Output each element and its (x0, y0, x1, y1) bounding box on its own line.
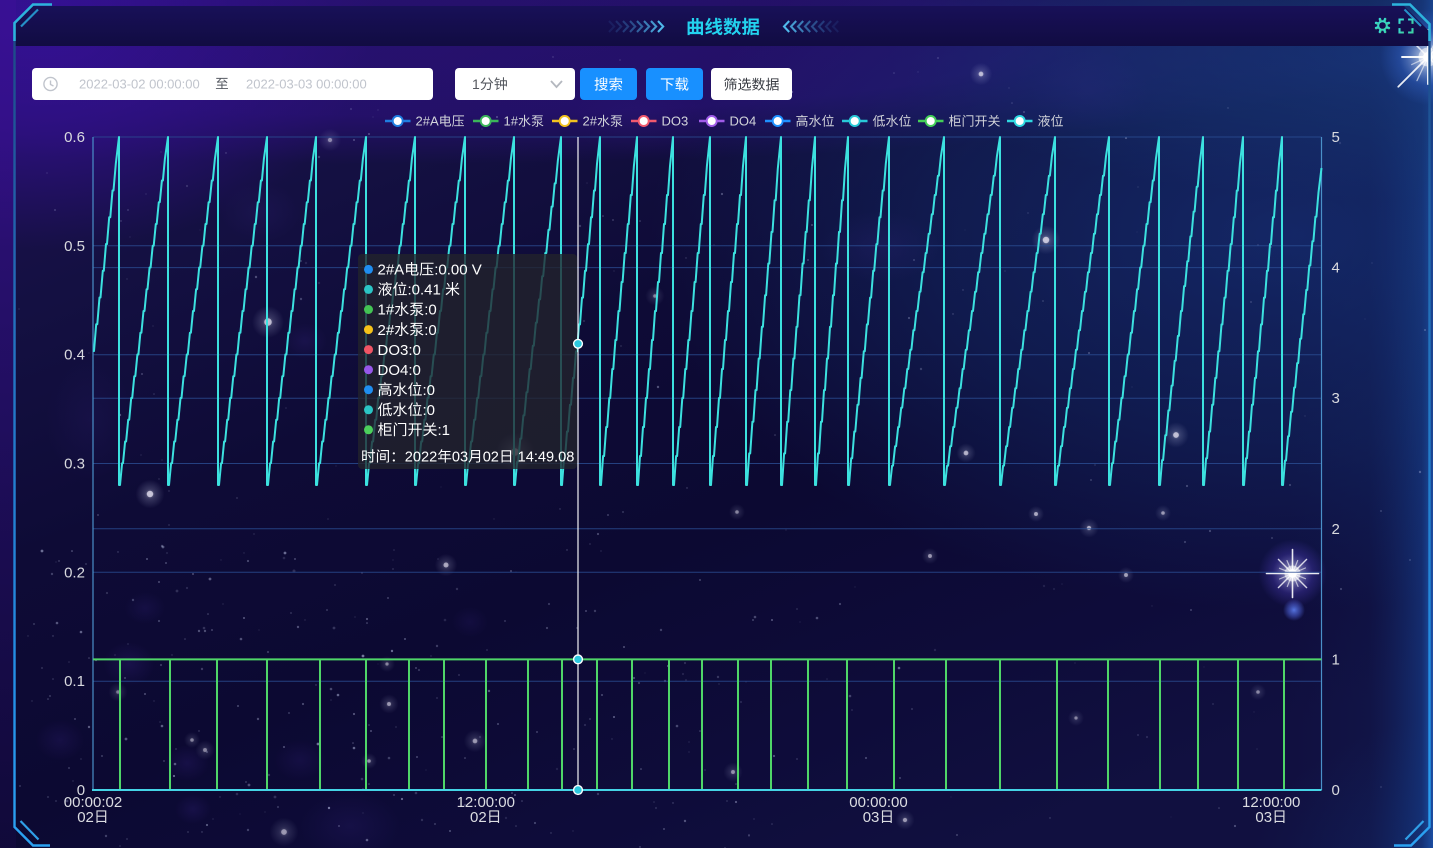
svg-text:0: 0 (1332, 782, 1340, 799)
svg-text:3: 3 (1332, 390, 1340, 407)
svg-text:2: 2 (1332, 521, 1340, 538)
svg-text:02: 02 (483, 450, 499, 466)
svg-text:0.6: 0.6 (64, 129, 85, 146)
svg-text::0: :0 (423, 382, 436, 399)
svg-text:2#A: 2#A (378, 262, 405, 279)
svg-text:0.4: 0.4 (64, 347, 85, 364)
svg-text:DO4: DO4 (730, 114, 757, 129)
svg-text::0: :0 (423, 402, 436, 419)
svg-text:1: 1 (472, 76, 480, 92)
svg-text:DO4:0: DO4:0 (378, 362, 421, 379)
svg-text:2022-03-03 00:00:00: 2022-03-03 00:00:00 (246, 77, 367, 92)
svg-text::0.41: :0.41 (408, 282, 441, 299)
svg-text:03: 03 (863, 809, 880, 826)
svg-text::0.00 V: :0.00 V (434, 262, 482, 279)
svg-text:0.3: 0.3 (64, 456, 85, 473)
svg-text:2#: 2# (583, 114, 598, 129)
svg-text:0.1: 0.1 (64, 673, 85, 690)
svg-text:1#: 1# (378, 302, 395, 319)
svg-text:0.5: 0.5 (64, 238, 85, 255)
svg-text:5: 5 (1332, 129, 1340, 146)
svg-text:DO3:0: DO3:0 (378, 342, 421, 359)
svg-text:2022-03-02 00:00:00: 2022-03-02 00:00:00 (79, 77, 200, 92)
svg-text:02: 02 (77, 809, 94, 826)
svg-text:0.2: 0.2 (64, 564, 85, 581)
svg-text::1: :1 (438, 422, 451, 439)
svg-text:03: 03 (452, 450, 468, 466)
svg-text::0: :0 (424, 322, 437, 339)
svg-text:1#: 1# (504, 114, 519, 129)
svg-text:02: 02 (470, 809, 487, 826)
svg-text:4: 4 (1332, 260, 1340, 277)
svg-text:2#A: 2#A (416, 114, 439, 129)
svg-text:14:49.08: 14:49.08 (518, 450, 575, 466)
svg-text::0: :0 (424, 302, 437, 319)
svg-text:03: 03 (1255, 809, 1272, 826)
svg-text:1: 1 (1332, 651, 1340, 668)
svg-text:2#: 2# (378, 322, 395, 339)
svg-text:DO3: DO3 (662, 114, 689, 129)
svg-text:2022: 2022 (405, 450, 437, 466)
